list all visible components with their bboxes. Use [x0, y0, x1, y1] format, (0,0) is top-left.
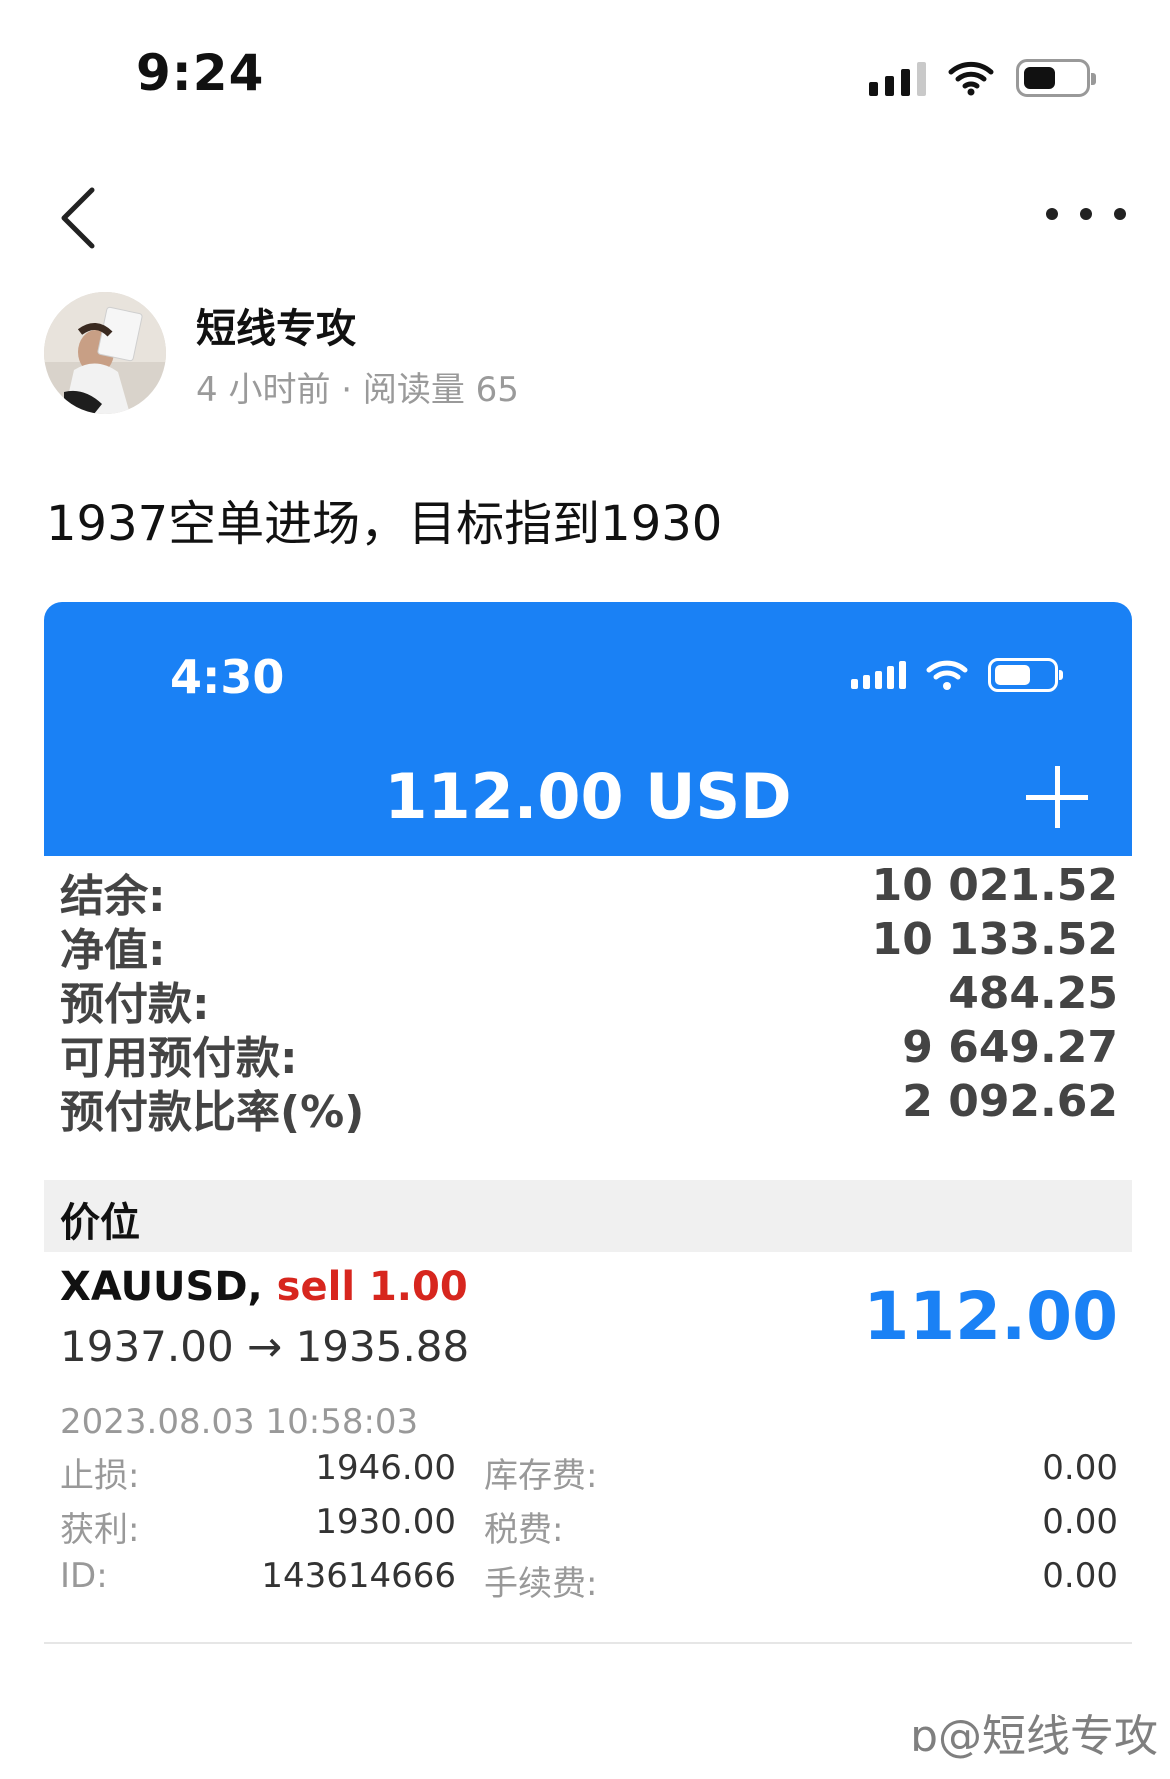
embedded-status-time: 4:30 — [170, 650, 285, 704]
detail-value: 0.00 — [1042, 1502, 1118, 1542]
account-value: 2 092.62 — [902, 1076, 1118, 1127]
account-row-margin-level: 预付款比率(%) 2 092.62 — [44, 1076, 1132, 1138]
detail-value: 0.00 — [1042, 1448, 1118, 1488]
account-value: 10 133.52 — [871, 914, 1118, 965]
signal-icon — [869, 60, 926, 96]
embedded-header: 4:30 112.00 USD — [44, 602, 1132, 856]
account-value: 484.25 — [948, 968, 1118, 1019]
detail-value: 1930.00 — [315, 1502, 456, 1542]
detail-label: 税费: — [484, 1510, 564, 1550]
position-side: sell 1.00 — [276, 1264, 468, 1310]
embedded-signal-icon — [851, 661, 906, 689]
account-row-margin: 预付款: 484.25 — [44, 968, 1132, 1030]
platform-logo-icon: ɒ — [910, 1711, 938, 1762]
position-profit: 112.00 — [863, 1278, 1118, 1355]
post-text: 1937空单进场，目标指到1930 — [46, 496, 723, 552]
detail-value: 0.00 — [1042, 1556, 1118, 1596]
account-label: 预付款比率(%) — [60, 1087, 365, 1138]
status-icons — [869, 56, 1096, 100]
divider — [44, 1642, 1132, 1644]
avatar[interactable] — [44, 292, 166, 414]
account-row-free-margin: 可用预付款: 9 649.27 — [44, 1022, 1132, 1084]
embedded-battery-icon — [988, 658, 1063, 692]
wifi-icon — [948, 61, 994, 96]
account-row-equity: 净值: 10 133.52 — [44, 914, 1132, 976]
battery-icon — [1016, 59, 1096, 97]
detail-label: 库存费: — [484, 1456, 598, 1496]
detail-value: 143614666 — [261, 1556, 456, 1596]
position-symbol-line[interactable]: XAUUSD, sell 1.00 — [60, 1264, 468, 1310]
detail-value: 1946.00 — [315, 1448, 456, 1488]
account-row-balance: 结余: 10 021.52 — [44, 860, 1132, 922]
account-value: 10 021.52 — [871, 860, 1118, 911]
position-symbol: XAUUSD, — [60, 1264, 263, 1310]
status-time: 9:24 — [136, 44, 265, 102]
embedded-wifi-icon — [926, 660, 968, 690]
account-value: 9 649.27 — [902, 1022, 1118, 1073]
post-meta: 4 小时前 · 阅读量 65 — [196, 370, 519, 410]
detail-label: 获利: — [60, 1510, 140, 1550]
detail-label: 手续费: — [484, 1564, 598, 1604]
detail-label: ID: — [60, 1556, 108, 1596]
section-title: 价位 — [60, 1200, 140, 1246]
section-header: 价位 — [44, 1180, 1132, 1252]
position-open-time: 2023.08.03 10:58:03 — [60, 1402, 419, 1442]
watermark: ɒ@短线专攻 — [910, 1700, 1158, 1764]
embedded-status-icons — [851, 658, 1063, 692]
watermark-text: @短线专攻 — [938, 1711, 1158, 1762]
add-icon[interactable] — [1026, 766, 1088, 828]
back-icon[interactable] — [52, 182, 112, 254]
detail-label: 止损: — [60, 1456, 140, 1496]
position-prices: 1937.00 → 1935.88 — [60, 1322, 470, 1371]
embedded-screenshot[interactable]: 4:30 112.00 USD 结余: 10 021.52 净值: 10 133… — [44, 602, 1132, 1642]
more-options-icon[interactable] — [1046, 196, 1126, 232]
author-name[interactable]: 短线专攻 — [196, 296, 356, 354]
balance-title: 112.00 USD — [384, 760, 792, 833]
